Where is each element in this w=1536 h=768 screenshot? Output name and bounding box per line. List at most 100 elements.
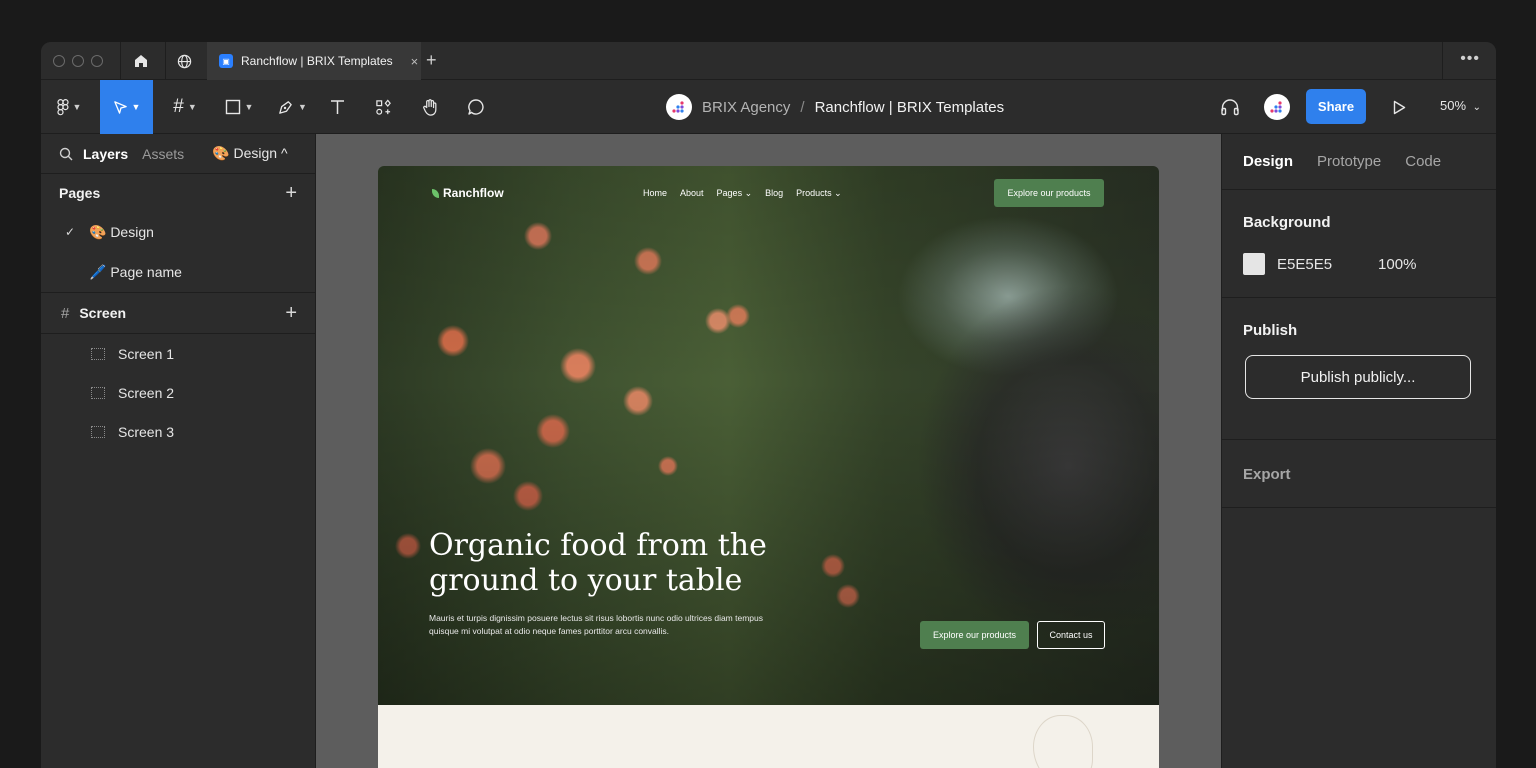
hand-tool-button[interactable] <box>416 80 444 134</box>
page-switcher[interactable]: 🎨 Design ^ <box>212 145 287 162</box>
leaf-icon <box>432 188 439 198</box>
hero-headline: Organic food from the ground to your tab… <box>429 528 767 598</box>
website-frame[interactable]: Ranchflow Home About Pages ⌄ Blog Produc… <box>378 166 1159 768</box>
publish-button[interactable]: Publish publicly... <box>1245 355 1471 399</box>
chevron-down-icon: ▼ <box>187 102 197 112</box>
layer-item[interactable]: Screen 2 <box>41 373 315 412</box>
background-fill-row: E5E5E5 100% <box>1243 253 1475 297</box>
audio-call-button[interactable] <box>1216 80 1244 134</box>
pages-header: Pages + <box>41 174 315 212</box>
team-logo-icon <box>666 94 692 120</box>
breadcrumb-separator: / <box>800 98 805 116</box>
inspector-tabs: Design Prototype Code <box>1222 134 1496 190</box>
page-item-page-name[interactable]: 🖊️ Page name <box>41 252 315 292</box>
left-sidebar: Layers Assets 🎨 Design ^ Pages + ✓ 🎨 Des… <box>41 134 316 768</box>
tab-design[interactable]: Design <box>1243 153 1293 170</box>
file-tab[interactable]: ▣ Ranchflow | BRIX Templates × <box>207 42 421 80</box>
layer-item[interactable]: Screen 1 <box>41 334 315 373</box>
figma-window: ▣ Ranchflow | BRIX Templates × + ••• ▼ ▼… <box>41 42 1496 768</box>
frame-hash-icon: # <box>61 304 70 322</box>
publish-section: Publish Publish publicly... <box>1222 298 1496 440</box>
hand-icon <box>422 98 436 116</box>
team-name[interactable]: BRIX Agency <box>702 99 790 116</box>
resources-tool-button[interactable] <box>369 80 397 134</box>
home-icon[interactable] <box>131 51 151 71</box>
design-canvas[interactable]: Ranchflow Home About Pages ⌄ Blog Produc… <box>316 134 1221 768</box>
frame-dotted-icon <box>91 425 105 438</box>
page-item-design[interactable]: ✓ 🎨 Design <box>41 212 315 252</box>
check-icon: ✓ <box>65 225 76 239</box>
more-options-icon[interactable]: ••• <box>1460 50 1480 68</box>
background-title: Background <box>1243 214 1331 231</box>
layer-label: Screen 2 <box>118 384 175 401</box>
site-nav-links: Home About Pages ⌄ Blog Products ⌄ <box>643 188 842 199</box>
tab-assets[interactable]: Assets <box>142 146 184 162</box>
hero-paragraph: Mauris et turpis dignissim posuere lectu… <box>429 613 763 636</box>
site-logo[interactable]: Ranchflow <box>432 186 504 200</box>
explore-products-button[interactable]: Explore our products <box>920 621 1029 649</box>
cursor-arrow-icon <box>113 100 127 114</box>
divider <box>165 42 166 80</box>
frame-tool-button[interactable]: # ▼ <box>165 80 205 134</box>
background-section: Background E5E5E5 100% <box>1222 190 1496 298</box>
present-button[interactable] <box>1385 80 1413 134</box>
toolbar: ▼ ▼ # ▼ ▼ ▼ BRIX Agency / Ranchflow | BR… <box>41 80 1496 134</box>
file-breadcrumb: BRIX Agency / Ranchflow | BRIX Templates <box>666 94 1004 120</box>
text-t-icon <box>330 100 344 114</box>
nav-explore-button[interactable]: Explore our products <box>994 179 1104 207</box>
frame-dotted-icon <box>91 347 105 360</box>
headphones-icon <box>1221 99 1239 116</box>
file-name[interactable]: Ranchflow | BRIX Templates <box>815 99 1005 116</box>
background-hex-input[interactable]: E5E5E5 <box>1277 256 1332 273</box>
frame-dotted-icon <box>91 386 105 399</box>
maximize-window-button[interactable] <box>91 55 103 67</box>
layer-label: Screen 3 <box>118 423 175 440</box>
globe-icon[interactable] <box>174 51 194 71</box>
pen-tool-button[interactable]: ▼ <box>272 80 312 134</box>
export-title[interactable]: Export <box>1243 440 1475 507</box>
add-layer-plus-icon[interactable]: + <box>285 302 297 325</box>
chevron-down-icon: ▼ <box>298 102 307 112</box>
share-button[interactable]: Share <box>1306 89 1366 124</box>
comment-bubble-icon <box>468 99 484 115</box>
tab-layers[interactable]: Layers <box>83 146 128 162</box>
frame-layer-screen[interactable]: # Screen + <box>41 293 315 333</box>
chevron-down-icon: ▼ <box>131 102 141 112</box>
add-page-plus-icon[interactable]: + <box>285 182 297 205</box>
tab-code[interactable]: Code <box>1405 153 1441 170</box>
comment-tool-button[interactable] <box>462 80 490 134</box>
nav-link[interactable]: Products ⌄ <box>796 188 842 199</box>
pages-title: Pages <box>59 185 101 201</box>
chevron-down-icon: ▼ <box>72 102 82 112</box>
play-icon <box>1393 100 1405 114</box>
components-icon <box>375 98 391 115</box>
background-opacity-input[interactable]: 100% <box>1378 256 1416 273</box>
layer-item[interactable]: Screen 3 <box>41 412 315 451</box>
close-window-button[interactable] <box>53 55 65 67</box>
page-label: 🎨 Design <box>89 223 154 240</box>
main-menu-button[interactable]: ▼ <box>49 80 89 134</box>
nav-link[interactable]: About <box>680 188 704 199</box>
text-tool-button[interactable] <box>324 80 350 134</box>
move-tool-button[interactable]: ▼ <box>100 80 153 134</box>
new-tab-plus-icon[interactable]: + <box>426 50 437 71</box>
figma-logo-icon <box>56 98 69 115</box>
minimize-window-button[interactable] <box>72 55 84 67</box>
user-avatar[interactable] <box>1264 94 1290 120</box>
next-section <box>378 705 1159 768</box>
zoom-level: 50% <box>1440 98 1467 113</box>
contact-us-button[interactable]: Contact us <box>1037 621 1105 649</box>
tab-prototype[interactable]: Prototype <box>1317 153 1381 170</box>
rectangle-icon <box>225 99 240 115</box>
tab-close-icon[interactable]: × <box>411 54 419 69</box>
shape-tool-button[interactable]: ▼ <box>219 80 259 134</box>
file-favicon-icon: ▣ <box>219 54 233 68</box>
zoom-dropdown[interactable]: 50% ⌄ <box>1440 98 1481 113</box>
nav-link[interactable]: Blog <box>765 188 783 199</box>
page-label: 🖊️ Page name <box>89 263 182 280</box>
nav-link[interactable]: Home <box>643 188 667 199</box>
site-navbar: Ranchflow Home About Pages ⌄ Blog Produc… <box>378 166 1159 222</box>
background-color-swatch[interactable] <box>1243 253 1265 275</box>
search-icon[interactable] <box>59 147 73 161</box>
nav-link[interactable]: Pages ⌄ <box>717 188 753 199</box>
